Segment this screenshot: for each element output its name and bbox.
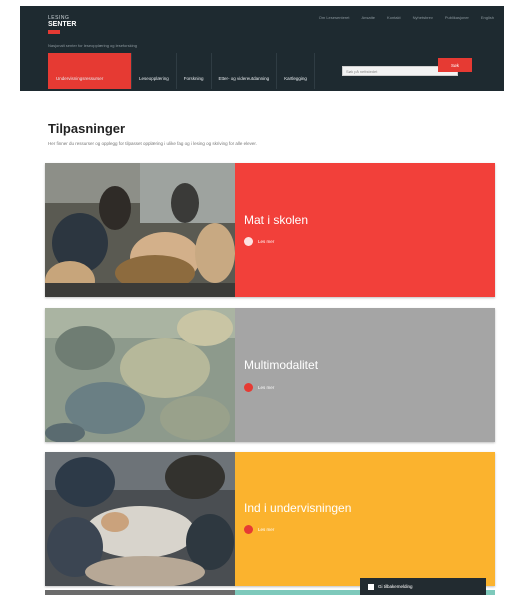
students-photo — [45, 452, 235, 586]
arrow-circle-icon — [244, 237, 253, 246]
card-image-classroom — [45, 163, 235, 297]
next-card-image — [45, 590, 235, 595]
texture-photo — [45, 308, 235, 442]
card-multimodalitet[interactable]: Multimodalitet Les mer — [45, 308, 495, 442]
nav-item-research[interactable]: Forskning — [177, 53, 212, 89]
logo-bar — [48, 30, 60, 34]
card-title[interactable]: Multimodalitet — [244, 358, 318, 372]
card-read-more[interactable]: Les mer — [244, 237, 274, 246]
read-more-label: Les mer — [258, 385, 275, 390]
top-link-english[interactable]: English — [481, 15, 494, 20]
nav-item-resources[interactable]: Undervisningsressurser — [48, 53, 132, 89]
card-mat-i-skolen[interactable]: Mat i skolen Les mer — [45, 163, 495, 297]
top-link-newsletter[interactable]: Nyhetsbrev — [413, 15, 433, 20]
classroom-photo — [45, 163, 235, 297]
card-read-more[interactable]: Les mer — [244, 525, 274, 534]
card-ind-i-undervisningen[interactable]: Ind i undervisningen Les mer — [45, 452, 495, 586]
page-title: Tilpasninger — [48, 121, 126, 136]
feedback-button[interactable]: Gi tilbakemelding — [360, 578, 486, 595]
top-link-publications[interactable]: Publikasjoner — [445, 15, 469, 20]
arrow-circle-icon — [244, 525, 253, 534]
main-nav: Undervisningsressurser Leseopplæring For… — [48, 53, 315, 89]
card-title[interactable]: Mat i skolen — [244, 213, 308, 227]
top-link-about[interactable]: Om Lesesenteret — [319, 15, 350, 20]
card-read-more[interactable]: Les mer — [244, 383, 274, 392]
logo-line-2: SENTER — [48, 21, 77, 28]
site-logo[interactable]: LESING SENTER — [48, 15, 88, 41]
top-links: Om Lesesenteret Ansatte Kontakt Nyhetsbr… — [319, 15, 494, 20]
nav-item-reading[interactable]: Leseopplæring — [132, 53, 177, 89]
nav-item-education[interactable]: Etter- og videreutdanning — [212, 53, 278, 89]
card-image-texture — [45, 308, 235, 442]
top-link-staff[interactable]: Ansatte — [361, 15, 375, 20]
page-description: Her finner du ressurser og opplegg for t… — [48, 141, 257, 146]
feedback-label: Gi tilbakemelding — [378, 584, 413, 589]
card-title[interactable]: Ind i undervisningen — [244, 501, 351, 515]
search-button[interactable]: Søk — [438, 58, 472, 72]
card-panel: Ind i undervisningen Les mer — [235, 452, 495, 586]
read-more-label: Les mer — [258, 527, 275, 532]
card-panel: Multimodalitet Les mer — [235, 308, 495, 442]
nav-item-assessment[interactable]: Kartlegging — [277, 53, 315, 89]
card-panel: Mat i skolen Les mer — [235, 163, 495, 297]
site-header: LESING SENTER Nasjonalt senter for leseo… — [20, 6, 504, 91]
arrow-circle-icon — [244, 383, 253, 392]
site-tagline: Nasjonalt senter for leseopplæring og le… — [48, 43, 137, 48]
top-link-contact[interactable]: Kontakt — [387, 15, 401, 20]
card-image-students — [45, 452, 235, 586]
page: LESING SENTER Nasjonalt senter for leseo… — [0, 0, 506, 595]
read-more-label: Les mer — [258, 239, 275, 244]
chat-icon — [368, 583, 374, 590]
